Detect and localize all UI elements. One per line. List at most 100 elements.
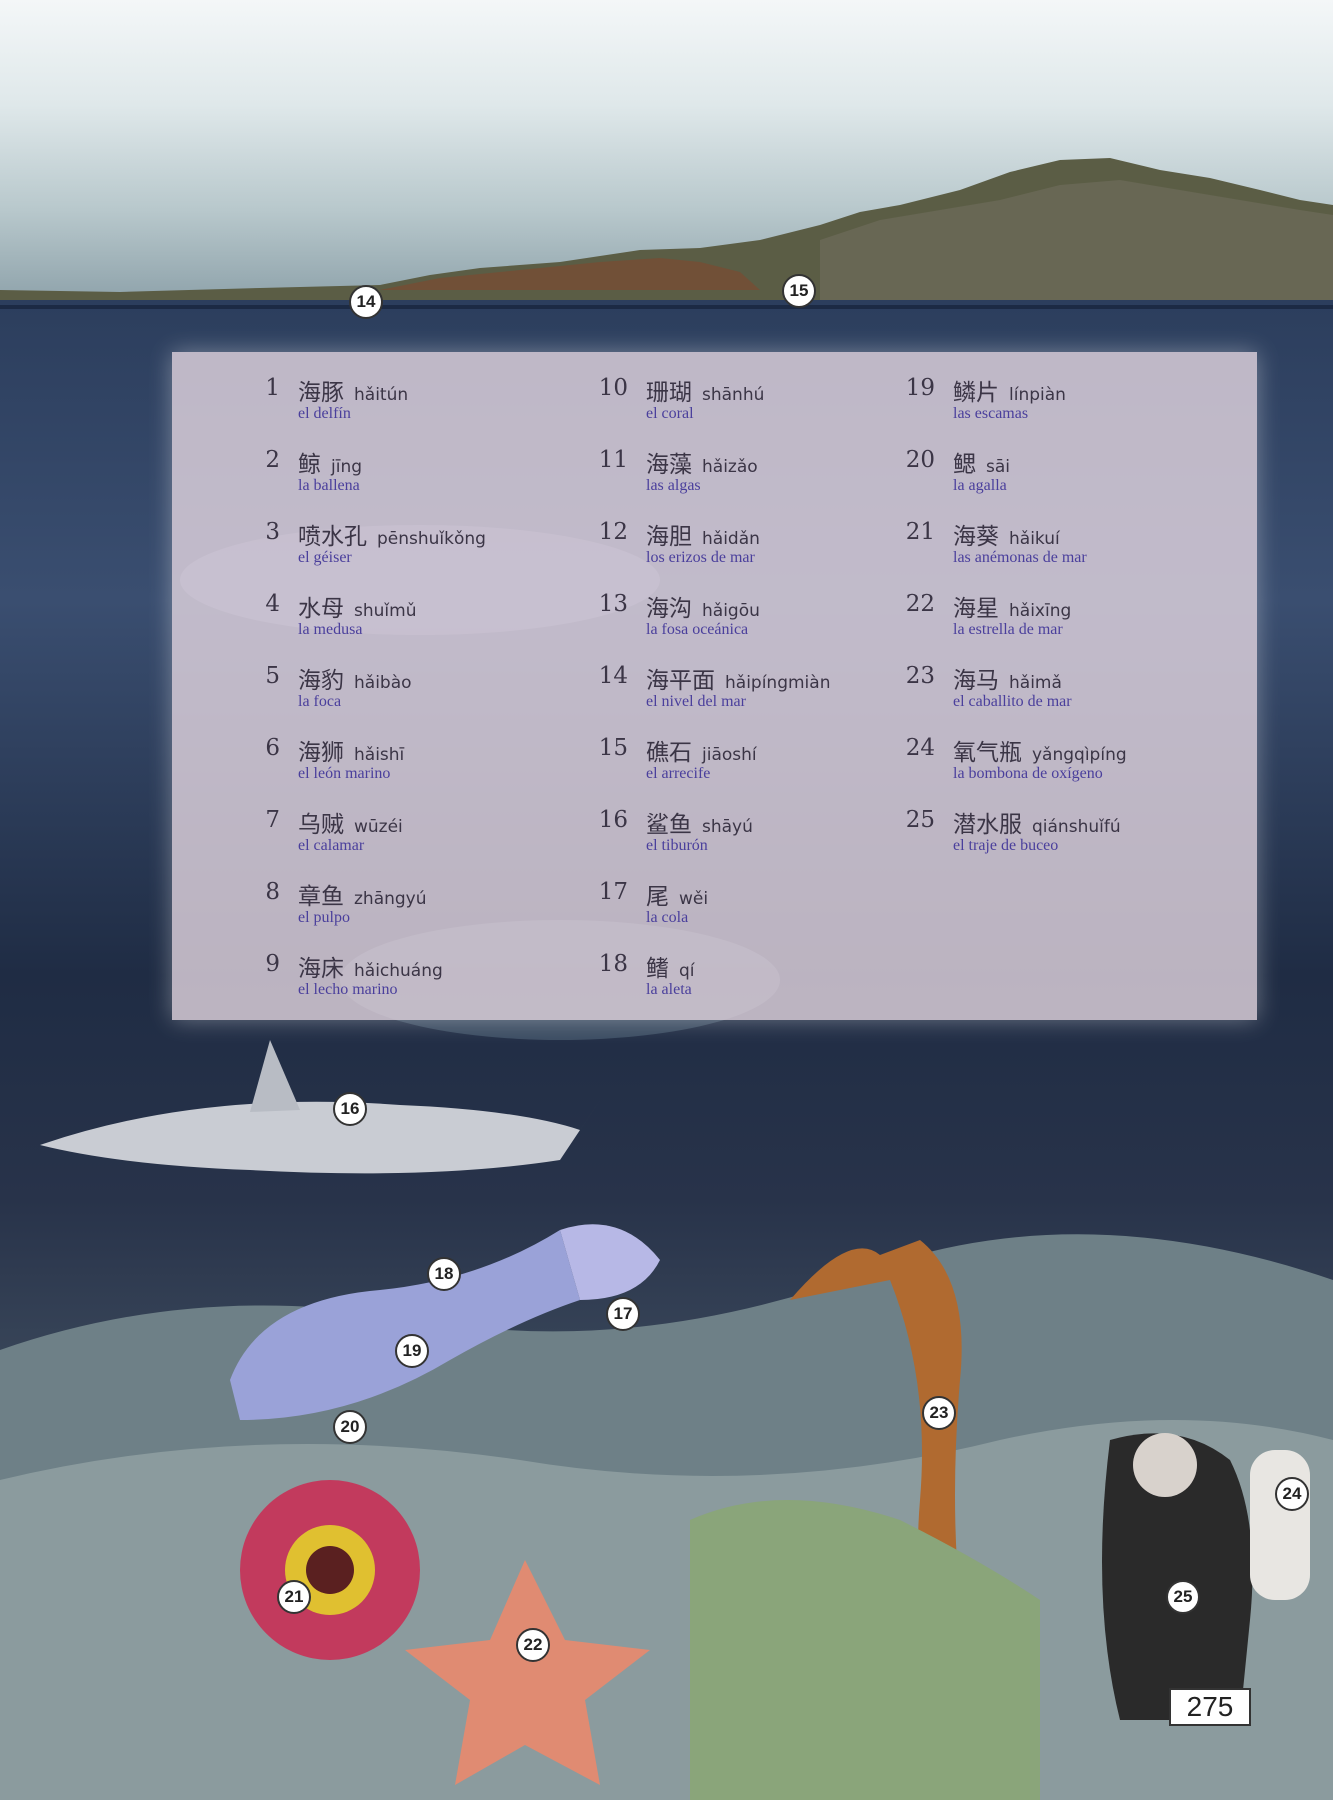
vocab-chinese: 乌贼 wūzéi bbox=[298, 805, 403, 839]
vocab-spanish: la ballena bbox=[298, 477, 360, 494]
vocab-pinyin: hǎibào bbox=[354, 673, 412, 693]
vocab-spanish: las escamas bbox=[953, 405, 1029, 422]
callout-marker-14: 14 bbox=[349, 285, 383, 319]
vocab-spanish: la foca bbox=[298, 693, 342, 710]
vocab-pinyin: zhāngyú bbox=[354, 889, 427, 909]
vocab-number: 8 bbox=[265, 879, 280, 905]
vocab-chinese: 水母 shuǐmǔ bbox=[298, 589, 416, 623]
vocab-spanish: el tiburón bbox=[646, 837, 708, 854]
page-number: 275 bbox=[1169, 1688, 1251, 1726]
vocab-number: 1 bbox=[265, 375, 280, 401]
vocab-number: 11 bbox=[598, 447, 628, 473]
callout-marker-24: 24 bbox=[1275, 1477, 1309, 1511]
callout-marker-15: 15 bbox=[782, 274, 816, 308]
vocab-number: 5 bbox=[265, 663, 280, 689]
vocab-number: 20 bbox=[905, 447, 935, 473]
vocab-chinese: 海豚 hǎitún bbox=[298, 373, 408, 407]
vocab-spanish: el pulpo bbox=[298, 909, 350, 926]
vocab-spanish: la fosa oceánica bbox=[646, 621, 749, 638]
vocab-spanish: los erizos de mar bbox=[646, 549, 755, 566]
vocab-hanzi: 章鱼 bbox=[298, 884, 344, 910]
vocab-pinyin: wěi bbox=[679, 889, 709, 909]
vocab-hanzi: 海马 bbox=[953, 668, 999, 694]
vocab-chinese: 尾 wěi bbox=[646, 877, 708, 911]
vocab-chinese: 潜水服 qiánshuǐfú bbox=[953, 805, 1121, 839]
vocab-number: 25 bbox=[905, 807, 935, 833]
vocab-pinyin: qí bbox=[679, 961, 695, 981]
vocab-chinese: 鳍 qí bbox=[646, 949, 695, 983]
callout-marker-23: 23 bbox=[922, 1396, 956, 1430]
vocab-number: 19 bbox=[905, 375, 935, 401]
vocab-number: 12 bbox=[598, 519, 628, 545]
vocab-hanzi: 鲨鱼 bbox=[646, 812, 692, 838]
vocab-chinese: 氧气瓶 yǎngqìpíng bbox=[953, 733, 1127, 767]
vocab-chinese: 章鱼 zhāngyú bbox=[298, 877, 427, 911]
vocab-pinyin: wūzéi bbox=[354, 817, 403, 837]
vocab-hanzi: 水母 bbox=[298, 596, 344, 622]
vocab-pinyin: sāi bbox=[986, 457, 1010, 477]
vocab-number: 3 bbox=[265, 519, 280, 545]
vocab-chinese: 鲸 jīng bbox=[298, 445, 362, 479]
vocab-hanzi: 珊瑚 bbox=[646, 380, 692, 406]
vocab-pinyin: pēnshuǐkǒng bbox=[377, 529, 486, 549]
vocab-pinyin: hǎixīng bbox=[1009, 601, 1072, 621]
vocab-pinyin: jiāoshí bbox=[702, 745, 757, 765]
callout-marker-17: 17 bbox=[606, 1297, 640, 1331]
vocab-hanzi: 海葵 bbox=[953, 524, 999, 550]
vocab-pinyin: hǎigōu bbox=[702, 601, 760, 621]
vocab-spanish: la bombona de oxígeno bbox=[953, 765, 1103, 782]
vocab-chinese: 海沟 hǎigōu bbox=[646, 589, 760, 623]
vocab-hanzi: 鲸 bbox=[298, 452, 321, 478]
vocab-spanish: el traje de buceo bbox=[953, 837, 1059, 854]
vocab-number: 15 bbox=[598, 735, 628, 761]
vocab-spanish: la agalla bbox=[953, 477, 1007, 494]
vocab-spanish: el géiser bbox=[298, 549, 352, 566]
vocab-hanzi: 礁石 bbox=[646, 740, 692, 766]
vocab-hanzi: 鳞片 bbox=[953, 380, 999, 406]
vocab-pinyin: hǎizǎo bbox=[702, 457, 758, 477]
vocab-spanish: la cola bbox=[646, 909, 689, 926]
vocab-number: 7 bbox=[265, 807, 280, 833]
vocab-spanish: las anémonas de mar bbox=[953, 549, 1087, 566]
vocab-chinese: 海胆 hǎidǎn bbox=[646, 517, 760, 551]
vocab-number: 24 bbox=[905, 735, 935, 761]
vocab-spanish: el coral bbox=[646, 405, 694, 422]
vocab-hanzi: 海豹 bbox=[298, 668, 344, 694]
vocab-pinyin: hǎichuáng bbox=[354, 961, 443, 981]
vocab-spanish: la aleta bbox=[646, 981, 692, 998]
vocab-spanish: el lecho marino bbox=[298, 981, 398, 998]
vocab-chinese: 珊瑚 shānhú bbox=[646, 373, 764, 407]
vocab-spanish: la medusa bbox=[298, 621, 363, 638]
vocab-spanish: el león marino bbox=[298, 765, 391, 782]
vocab-spanish: el delfín bbox=[298, 405, 351, 422]
vocab-number: 14 bbox=[598, 663, 628, 689]
vocab-number: 9 bbox=[265, 951, 280, 977]
vocab-chinese: 海星 hǎixīng bbox=[953, 589, 1071, 623]
callout-marker-21: 21 bbox=[277, 1580, 311, 1614]
vocab-hanzi: 鳍 bbox=[646, 956, 669, 982]
vocab-hanzi: 海星 bbox=[953, 596, 999, 622]
vocab-hanzi: 海藻 bbox=[646, 452, 692, 478]
vocab-chinese: 鳞片 línpiàn bbox=[953, 373, 1066, 407]
callout-marker-19: 19 bbox=[395, 1334, 429, 1368]
vocab-pinyin: hǎimǎ bbox=[1009, 673, 1062, 693]
vocab-pinyin: qiánshuǐfú bbox=[1032, 817, 1121, 837]
vocab-hanzi: 海沟 bbox=[646, 596, 692, 622]
vocab-hanzi: 尾 bbox=[646, 884, 669, 910]
vocab-pinyin: yǎngqìpíng bbox=[1032, 745, 1127, 765]
vocab-number: 4 bbox=[265, 591, 280, 617]
vocab-number: 23 bbox=[905, 663, 935, 689]
callout-marker-18: 18 bbox=[427, 1257, 461, 1291]
vocab-chinese: 礁石 jiāoshí bbox=[646, 733, 757, 767]
ocean-scene: 1 海豚 hǎitún el delfín 2 鲸 jīng la ballena … bbox=[0, 0, 1333, 1800]
vocab-pinyin: hǎidǎn bbox=[702, 529, 760, 549]
callout-marker-22: 22 bbox=[516, 1628, 550, 1662]
vocab-pinyin: jīng bbox=[331, 457, 363, 477]
vocab-chinese: 海豹 hǎibào bbox=[298, 661, 412, 695]
vocab-number: 10 bbox=[598, 375, 628, 401]
vocab-number: 13 bbox=[598, 591, 628, 617]
callout-marker-16: 16 bbox=[333, 1092, 367, 1126]
vocab-chinese: 鲨鱼 shāyú bbox=[646, 805, 753, 839]
vocab-number: 22 bbox=[905, 591, 935, 617]
vocab-hanzi: 海平面 bbox=[646, 668, 715, 694]
